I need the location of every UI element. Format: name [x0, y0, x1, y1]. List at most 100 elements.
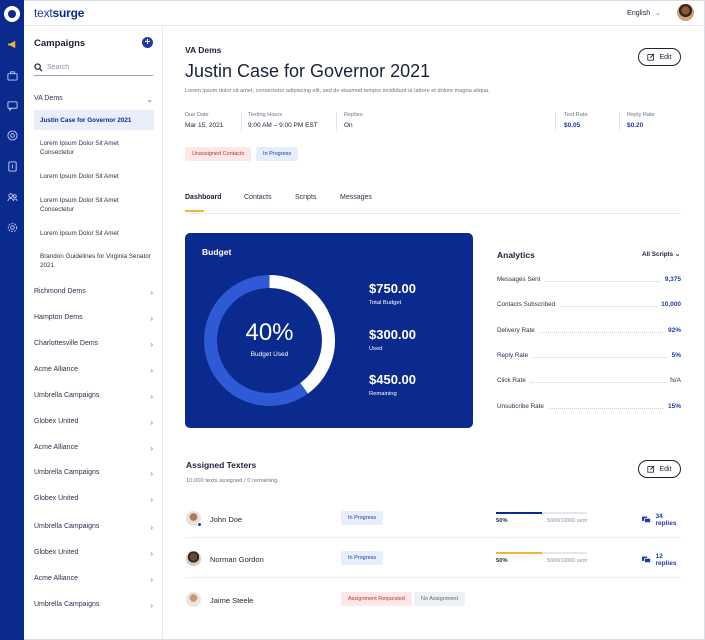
sidebar-group[interactable]: Acme Alliance › — [34, 575, 155, 584]
assigned-texters-title: Assigned Texters — [186, 460, 257, 470]
chevron-right-icon: › — [150, 601, 153, 610]
edit-texters-button[interactable]: Edit — [638, 460, 681, 478]
sidebar-group[interactable]: Umbrella Campaigns › — [34, 469, 155, 478]
assignment-badge: No Assignment — [414, 592, 465, 606]
meta-divider — [619, 112, 620, 131]
edit-icon — [647, 53, 656, 61]
texting-hours-field: Texting Hours 9:00 AM – 9:00 PM EST — [248, 112, 318, 129]
sidebar-group[interactable]: Richmond Dems › — [34, 288, 155, 297]
meta-divider — [336, 112, 337, 131]
top-bar: textsurge English ⌄ — [24, 0, 705, 26]
chat-icon — [642, 516, 651, 523]
budget-percent-caption: Budget Used — [250, 351, 289, 358]
briefcase-icon[interactable] — [5, 68, 19, 82]
sidebar-group[interactable]: Charlottesville Dems › — [34, 340, 155, 349]
texter-name: Norman Gordon — [210, 555, 264, 564]
target-icon[interactable] — [5, 128, 19, 142]
avatar — [186, 551, 201, 566]
status-badge: Unassigned Contacts — [185, 147, 252, 161]
chevron-down-icon: ⌄ — [655, 10, 661, 17]
sidebar-campaign-item[interactable]: Lorem Ipsum Dolor Sit Amet — [40, 229, 154, 238]
notebook-icon[interactable] — [5, 159, 19, 173]
script-filter-dropdown[interactable]: All Scripts ⌄ — [642, 251, 680, 258]
chevron-right-icon: › — [150, 469, 153, 478]
edit-campaign-button[interactable]: Edit — [638, 48, 681, 66]
status-badge: In Progress — [341, 551, 384, 565]
meta-divider — [241, 112, 242, 131]
settings-icon[interactable] — [5, 220, 19, 234]
texter-replies-link[interactable]: 12 replies — [642, 553, 681, 567]
sidebar-campaign-item[interactable]: Lorem Ipsum Dolor Sit Amet — [40, 172, 154, 181]
texter-row[interactable]: John Doe In Progress 50% 5000/10000 sent… — [185, 498, 681, 538]
sidebar-campaign-item[interactable]: Brandon Guidelines for Virginia Senator … — [40, 252, 154, 270]
chevron-right-icon: › — [150, 340, 153, 349]
campaign-tabs: Dashboard Contacts Scripts Messages — [185, 190, 681, 214]
sidebar-group[interactable]: Umbrella Campaigns › — [34, 601, 155, 610]
chevron-right-icon: › — [150, 366, 153, 375]
users-icon[interactable] — [5, 190, 19, 204]
sidebar-campaign-item[interactable]: Justin Case for Governor 2021 — [34, 110, 154, 130]
user-avatar[interactable] — [677, 4, 694, 21]
budget-percent: 40% — [245, 319, 294, 346]
status-badge: In Progress — [341, 511, 384, 525]
chevron-right-icon: › — [150, 418, 153, 427]
chevron-right-icon: › — [150, 314, 153, 323]
texter-progress: 50% 5000/10000 sent — [496, 512, 587, 524]
megaphone-icon[interactable] — [5, 37, 19, 51]
language-label: English — [627, 10, 651, 17]
sidebar-campaign-item[interactable]: Lorem Ipsum Dolor Sit Amet Consectetur — [40, 139, 154, 157]
main-content: VA Dems Justin Case for Governor 2021 Lo… — [163, 26, 705, 640]
budget-remaining: $450.00 Remaining — [369, 372, 416, 397]
chat-icon[interactable] — [5, 98, 19, 112]
texter-progress: 50% 5000/10000 sent — [496, 552, 587, 564]
language-selector[interactable]: English ⌄ — [627, 9, 661, 17]
status-badge: Assignment Requested — [341, 592, 412, 606]
sidebar-title: Campaigns — [34, 38, 86, 49]
sidebar-group-va-dems[interactable]: VA Dems ⌄ — [34, 95, 155, 104]
meta-divider — [555, 112, 556, 131]
chevron-down-icon: ⌄ — [146, 95, 153, 104]
sidebar-group[interactable]: Globex United › — [34, 418, 155, 427]
assigned-texters-subtitle: 10,000 texts assigned / 0 remaining — [186, 478, 278, 484]
tab-scripts[interactable]: Scripts — [295, 194, 316, 201]
sidebar-group[interactable]: Umbrella Campaigns › — [34, 523, 155, 532]
campaign-org: VA Dems — [185, 45, 222, 55]
edit-icon — [647, 465, 656, 473]
page-title: Justin Case for Governor 2021 — [185, 61, 431, 81]
chevron-right-icon: › — [150, 444, 153, 453]
chevron-right-icon: › — [150, 523, 153, 532]
analytics-title: Analytics — [497, 250, 535, 260]
budget-used: $300.00 Used — [369, 327, 416, 352]
sidebar-group[interactable]: Hampton Dems › — [34, 314, 155, 323]
sidebar-campaign-item[interactable]: Lorem Ipsum Dolor Sit Amet Consectetur — [40, 196, 154, 214]
brand-logo[interactable]: textsurge — [34, 6, 84, 20]
reply-rate-field: Reply Rate $0.20 — [627, 112, 655, 129]
budget-title: Budget — [202, 247, 232, 257]
avatar — [186, 511, 202, 527]
due-date-field: Due Date Mar 15, 2021 — [185, 112, 224, 129]
status-badge: In Progress — [256, 147, 299, 161]
tab-messages[interactable]: Messages — [340, 194, 372, 201]
add-campaign-button[interactable]: + — [142, 37, 153, 48]
chevron-right-icon: › — [150, 495, 153, 504]
replies-field: Replies On — [344, 112, 363, 129]
online-indicator — [197, 522, 202, 527]
search-input[interactable] — [47, 62, 147, 73]
avatar — [186, 592, 201, 607]
texter-row[interactable]: Norman Gordon In Progress 50% 5000/10000… — [185, 538, 681, 578]
texter-replies-link[interactable]: 34 replies — [642, 513, 681, 527]
analytics-row: Reply Rate 5% — [497, 352, 681, 359]
tab-contacts[interactable]: Contacts — [244, 194, 272, 201]
texter-row[interactable]: Jaime Steele Assignment Requested No Ass… — [185, 579, 681, 619]
sidebar-group[interactable]: Acme Alliance › — [34, 444, 155, 453]
sidebar-group[interactable]: Acme Alliance › — [34, 366, 155, 375]
search-icon — [34, 63, 43, 72]
tab-dashboard[interactable]: Dashboard — [185, 194, 222, 201]
sidebar-group[interactable]: Globex United › — [34, 549, 155, 558]
sidebar-group[interactable]: Umbrella Campaigns › — [34, 392, 155, 401]
analytics-row: Click Rate N/A — [497, 377, 681, 384]
sidebar-group[interactable]: Globex United › — [34, 495, 155, 504]
texter-name: John Doe — [210, 515, 243, 524]
analytics-row: Delivery Rate 92% — [497, 327, 681, 334]
app-logo[interactable] — [4, 6, 20, 22]
